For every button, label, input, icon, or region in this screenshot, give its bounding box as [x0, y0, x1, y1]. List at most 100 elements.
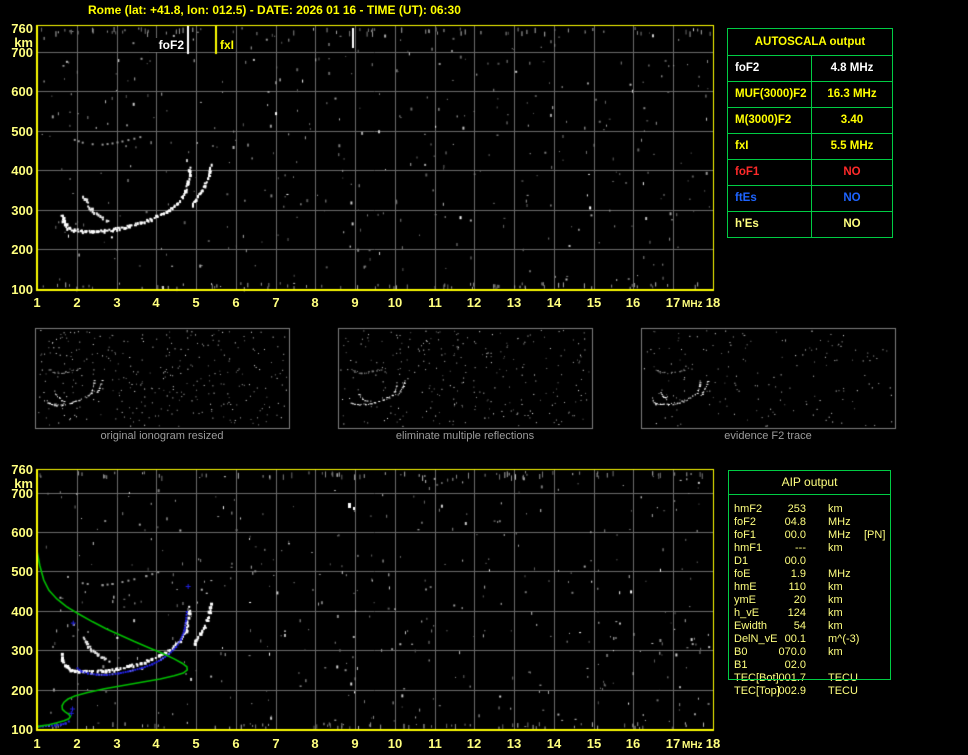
x-tick: 3	[113, 295, 121, 310]
aip-param-value: 070.0	[778, 646, 806, 658]
x-tick: 2	[73, 736, 81, 751]
x-tick: 9	[351, 295, 359, 310]
autoscala-row: foF2 4.8 MHz	[728, 56, 892, 82]
x-tick: 6	[232, 295, 240, 310]
autoscala-param-value: 3.40	[840, 114, 864, 126]
autoscala-param-value: 5.5 MHz	[830, 140, 874, 152]
aip-param-value: 00.1	[784, 633, 806, 645]
aip-param-label: h_vE	[734, 607, 760, 619]
aip-row: h_vE 124 km	[728, 607, 891, 620]
aip-param-value: 002.9	[778, 685, 806, 697]
fof2-marker-label: foF2	[149, 38, 185, 52]
x-tick: 13	[506, 736, 522, 751]
aip-param-unit: km	[828, 607, 843, 619]
aip-param-unit: km	[828, 581, 843, 593]
y-tick: 100	[11, 722, 33, 737]
station-title: Rome (lat: +41.8, lon: 012.5) - DATE: 20…	[88, 3, 461, 17]
autoscala-row: MUF(3000)F2 16.3 MHz	[728, 82, 892, 108]
y-tick: 600	[11, 84, 33, 99]
aip-param-unit: TECU	[828, 672, 858, 684]
aip-param-value: 04.8	[784, 516, 806, 528]
thumbnail-caption: evidence F2 trace	[724, 430, 812, 442]
aip-row: hmE 110 km	[728, 581, 891, 594]
x-tick: 5	[192, 295, 200, 310]
aip-row: B1 02.0	[728, 659, 891, 672]
x-tick: 4	[152, 736, 160, 751]
y-tick: 500	[11, 124, 33, 139]
aip-param-unit: MHz	[828, 516, 851, 528]
aip-param-value: 110	[788, 581, 806, 593]
aip-param-label: hmE	[734, 581, 757, 593]
autoscala-param-value: 16.3 MHz	[827, 88, 877, 100]
x-tick: 18	[705, 295, 721, 310]
x-tick: 14	[546, 295, 562, 310]
aip-param-extra: [PN]	[864, 529, 886, 541]
x-tick: 16	[625, 295, 641, 310]
aip-param-unit: m^(-3)	[828, 633, 860, 645]
aip-param-label: B0	[734, 646, 748, 658]
aip-row: foF2 04.8 MHz	[728, 516, 891, 529]
autoscala-param-label: MUF(3000)F2	[728, 82, 812, 107]
x-tick: 11	[428, 295, 442, 310]
aip-param-label: foE	[734, 568, 751, 580]
aip-param-value: 1.9	[790, 568, 806, 580]
aip-param-value: 124	[787, 607, 806, 619]
x-tick: 10	[387, 736, 403, 751]
x-tick: 16	[625, 736, 641, 751]
aip-row: foF1 00.0 MHz [PN]	[728, 529, 891, 542]
aip-param-unit: km	[828, 646, 843, 658]
x-tick: 1	[33, 736, 41, 751]
aip-row: ymE 20 km	[728, 594, 891, 607]
aip-param-value: 001.7	[778, 672, 806, 684]
y-tick: 400	[11, 604, 33, 619]
y-tick: 300	[11, 203, 33, 218]
y-tick: 200	[11, 683, 33, 698]
aip-param-unit: MHz	[828, 529, 851, 541]
y-tick: 300	[11, 643, 33, 658]
aip-row: TEC[Top] 002.9 TECU	[728, 685, 891, 698]
aip-param-unit: km	[828, 542, 843, 554]
autoscala-row: ftEs NO	[728, 186, 892, 212]
x-tick: 10	[387, 295, 403, 310]
aip-param-label: foF2	[734, 516, 757, 528]
x-tick: 7	[272, 295, 280, 310]
aip-param-label: foF1	[734, 529, 757, 541]
x-tick: 8	[311, 736, 319, 751]
autoscala-param-label: M(3000)F2	[728, 108, 812, 133]
x-tick: 15	[586, 295, 602, 310]
thumbnail-caption: original ionogram resized	[100, 430, 224, 442]
aip-output-panel: AIP output hmF2 253 km foF2 04.8 MHz foF1 00.0 M…	[728, 470, 891, 698]
aip-param-label: ymE	[734, 594, 756, 606]
aip-row: DelN_vE 00.1 m^(-3)	[728, 633, 891, 646]
y-tick: 200	[11, 242, 33, 257]
aip-param-value: 02.0	[784, 659, 806, 671]
x-axis-unit-label: MHz	[682, 299, 703, 310]
autoscala-param-value: NO	[843, 166, 861, 178]
autoscala-row: fxI 5.5 MHz	[728, 134, 892, 160]
aip-param-value: 54	[793, 620, 806, 632]
autoscala-window: Rome (lat: +41.8, lon: 012.5) - DATE: 20…	[0, 0, 968, 755]
aip-param-value: 20	[793, 594, 806, 606]
y-tick: 500	[11, 564, 33, 579]
aip-row: hmF2 253 km	[728, 503, 891, 516]
autoscala-param-label: foF2	[728, 56, 812, 81]
aip-param-value: 00.0	[784, 555, 806, 567]
y-tick: 760	[11, 21, 33, 36]
aip-row: B0 070.0 km	[728, 646, 891, 659]
y-tick: 100	[11, 282, 33, 297]
x-tick: 4	[152, 295, 160, 310]
y-tick: 760	[11, 462, 33, 477]
x-tick: 6	[232, 736, 240, 751]
autoscala-row: h'Es NO	[728, 212, 892, 237]
aip-param-value: ---	[795, 542, 806, 554]
autoscala-param-value: NO	[843, 192, 861, 204]
aip-row: Ewidth 54 km	[728, 620, 891, 633]
aip-param-unit: TECU	[828, 685, 858, 697]
aip-param-unit: km	[828, 594, 843, 606]
aip-header-divider	[728, 494, 891, 495]
x-tick: 3	[113, 736, 121, 751]
autoscala-output-header: AUTOSCALA output	[728, 29, 892, 56]
autoscala-param-label: h'Es	[728, 212, 812, 237]
thumbnail-caption: eliminate multiple reflections	[395, 430, 535, 442]
autoscala-param-label: foF1	[728, 160, 812, 185]
